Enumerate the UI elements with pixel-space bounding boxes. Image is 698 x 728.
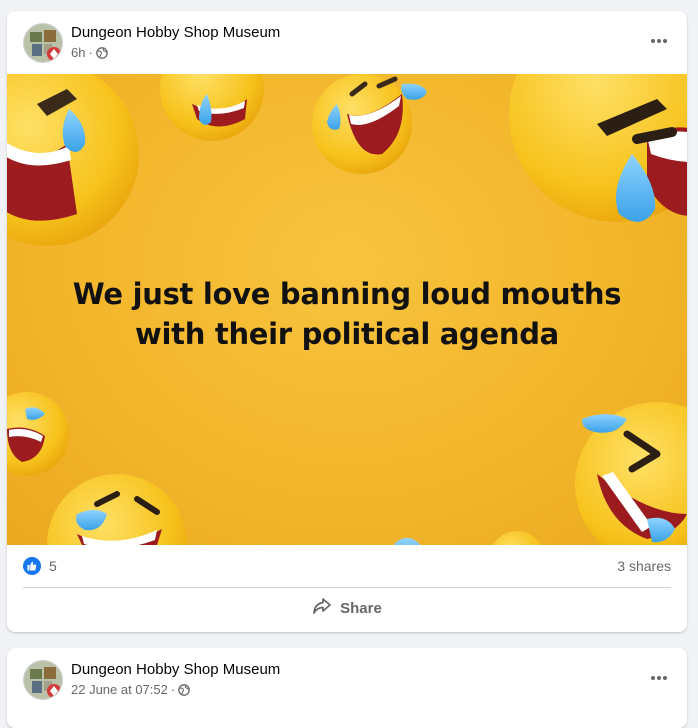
emoji-left-middle xyxy=(7,392,69,476)
image-caption: We just love banning loud mouths with th… xyxy=(72,277,622,351)
emoji-bottom-center xyxy=(393,531,542,545)
post-author[interactable]: Dungeon Hobby Shop Museum xyxy=(71,24,280,41)
like-icon xyxy=(23,557,41,575)
emoji-bottom-right xyxy=(575,402,687,545)
post-header: Dungeon Hobby Shop Museum 6h · xyxy=(7,11,687,74)
emoji-bottom-left xyxy=(47,474,187,545)
meta-separator: · xyxy=(170,682,176,697)
post-header: Dungeon Hobby Shop Museum 22 June at 07:… xyxy=(7,648,687,711)
post-stats: 5 3 shares xyxy=(23,545,671,588)
post-author[interactable]: Dungeon Hobby Shop Museum xyxy=(71,661,280,678)
emoji-top-right xyxy=(509,74,687,222)
post-meta: 6h · xyxy=(71,45,108,60)
post-image[interactable]: We just love banning loud mouths with th… xyxy=(7,74,687,545)
emoji-top-center-left xyxy=(160,74,264,141)
reactions-summary[interactable]: 5 xyxy=(23,557,57,575)
share-label: Share xyxy=(340,599,382,617)
globe-icon xyxy=(95,46,108,59)
share-icon xyxy=(312,597,332,619)
meta-separator: · xyxy=(88,45,93,60)
reaction-count[interactable]: 5 xyxy=(49,558,57,574)
share-count[interactable]: 3 shares xyxy=(617,558,671,574)
emoji-top-center xyxy=(312,74,427,174)
page-avatar[interactable] xyxy=(23,660,63,700)
more-options-icon[interactable] xyxy=(647,668,671,688)
post-card: Dungeon Hobby Shop Museum 22 June at 07:… xyxy=(7,648,687,728)
post-time[interactable]: 22 June at 07:52 xyxy=(71,682,168,697)
emoji-top-left xyxy=(7,74,139,246)
share-button[interactable]: Share xyxy=(300,591,394,625)
post-card: Dungeon Hobby Shop Museum 6h · We just l… xyxy=(7,11,687,632)
globe-icon xyxy=(178,683,191,696)
more-options-icon[interactable] xyxy=(647,31,671,51)
post-actions: Share xyxy=(23,588,671,628)
page-avatar[interactable] xyxy=(23,23,63,63)
post-time[interactable]: 6h xyxy=(71,45,85,60)
post-meta: 22 June at 07:52 · xyxy=(71,682,191,697)
